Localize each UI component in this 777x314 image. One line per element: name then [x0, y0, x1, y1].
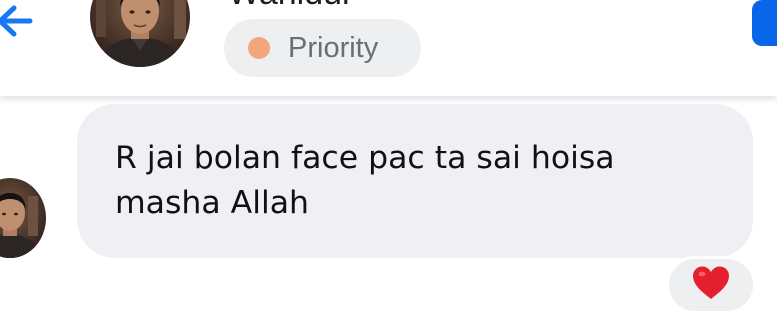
chat-header: Wahidul Priority [0, 0, 777, 96]
header-action-button[interactable] [752, 0, 777, 46]
back-button[interactable] [0, 2, 40, 42]
message-bubble[interactable]: R jai bolan face pac ta sai hoisa masha … [77, 104, 753, 258]
heart-icon [693, 266, 729, 299]
back-arrow-icon [0, 5, 33, 37]
message-sender-avatar[interactable] [0, 178, 46, 258]
priority-chip[interactable]: Priority [224, 19, 421, 77]
contact-name[interactable]: Wahidul [228, 0, 350, 13]
priority-dot-icon [248, 37, 270, 59]
contact-avatar[interactable] [90, 0, 190, 67]
priority-label: Priority [288, 31, 379, 64]
message-reaction[interactable] [666, 256, 756, 314]
message-text: R jai bolan face pac ta sai hoisa masha … [115, 140, 615, 221]
